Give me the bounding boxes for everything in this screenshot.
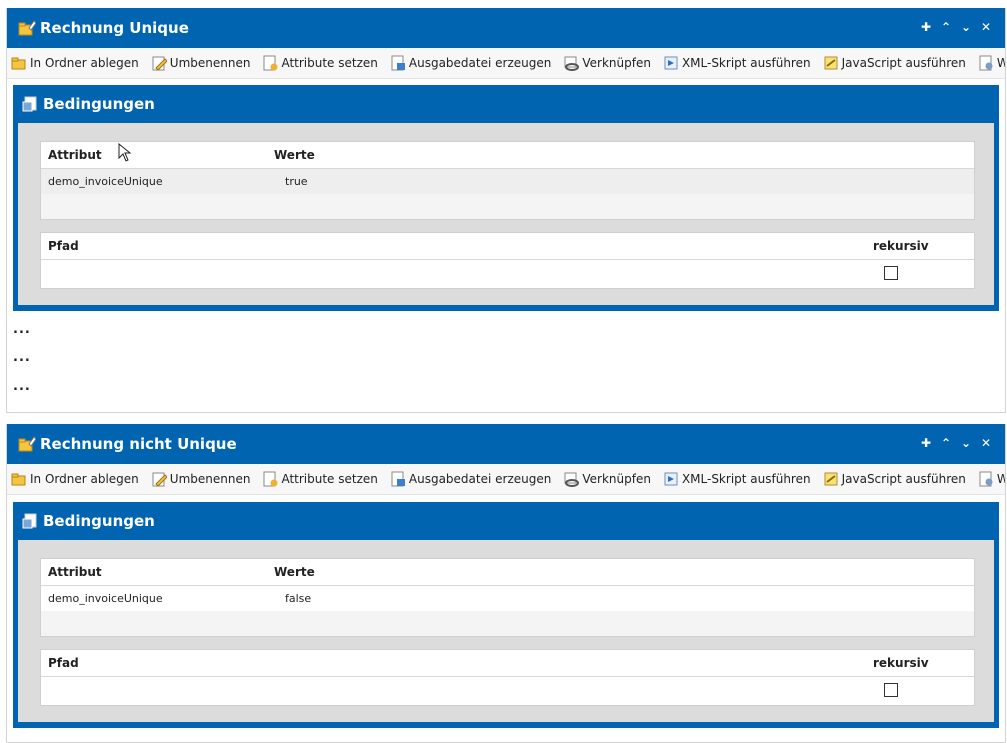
mouse-cursor-icon xyxy=(118,143,132,162)
set-attributes-button[interactable]: Attribute setzen xyxy=(262,471,378,487)
workflow-button[interactable]: Workflow xyxy=(978,55,1005,71)
value-cell: false xyxy=(285,592,312,605)
xml-script-icon xyxy=(663,55,679,71)
close-icon[interactable]: ✕ xyxy=(979,436,993,450)
xml-script-icon xyxy=(663,471,679,487)
panel-title: Rechnung nicht Unique xyxy=(40,435,237,453)
attribute-table-header: Attribut Werte xyxy=(41,142,974,169)
attribute-column-header: Attribut xyxy=(48,565,102,579)
table-row[interactable]: demo_invoiceUnique false xyxy=(41,586,974,611)
close-icon[interactable]: ✕ xyxy=(979,20,993,34)
path-table-header: Pfad rekursiv xyxy=(41,233,974,260)
folder-edit-icon xyxy=(18,435,37,453)
rule-panel-unique: Rechnung Unique ✚ ⌃ ⌄ ✕ In Ordner ablege… xyxy=(6,8,1006,413)
conditions-title: Bedingungen xyxy=(43,95,155,113)
workflow-icon xyxy=(978,471,994,487)
action-toolbar: In Ordner ablegen Umbenennen Attribute s… xyxy=(7,464,1005,495)
move-to-folder-button[interactable]: In Ordner ablegen xyxy=(11,471,139,487)
conditions-header: Bedingungen xyxy=(13,502,999,540)
document-export-icon xyxy=(390,55,406,71)
pencil-icon xyxy=(151,471,168,487)
document-tag-icon xyxy=(262,55,278,71)
workflow-button[interactable]: Workflow xyxy=(978,471,1005,487)
expand-all-icon[interactable]: ⌄ xyxy=(959,436,973,450)
path-table-header: Pfad rekursiv xyxy=(41,650,974,677)
link-button[interactable]: Verknüpfen xyxy=(563,471,651,487)
javascript-icon xyxy=(823,55,839,71)
run-xml-script-button[interactable]: XML-Skript ausführen xyxy=(663,55,811,71)
ellipsis-text: ... xyxy=(13,379,31,394)
conditions-body: Attribut Werte demo_invoiceUnique false … xyxy=(18,540,994,722)
attribute-table: Attribut Werte demo_invoiceUnique true xyxy=(40,141,975,220)
conditions-icon xyxy=(22,513,38,529)
table-row[interactable]: demo_invoiceUnique true xyxy=(41,169,974,194)
create-output-file-button[interactable]: Ausgabedatei erzeugen xyxy=(390,55,551,71)
attribute-cell: demo_invoiceUnique xyxy=(48,592,163,605)
panel-titlebar: Rechnung Unique ✚ ⌃ ⌄ ✕ xyxy=(7,8,1005,48)
path-column-header: Pfad xyxy=(48,239,79,253)
move-to-folder-button[interactable]: In Ordner ablegen xyxy=(11,55,139,71)
path-table: Pfad rekursiv xyxy=(40,232,975,289)
link-button[interactable]: Verknüpfen xyxy=(563,55,651,71)
path-column-header: Pfad xyxy=(48,656,79,670)
table-row-empty xyxy=(41,611,974,636)
panel-titlebar: Rechnung nicht Unique ✚ ⌃ ⌄ ✕ xyxy=(7,424,1005,464)
link-icon xyxy=(563,55,580,71)
action-toolbar: In Ordner ablegen Umbenennen Attribute s… xyxy=(7,48,1005,79)
collapse-all-icon[interactable]: ⌃ xyxy=(939,436,953,450)
document-tag-icon xyxy=(262,471,278,487)
pencil-icon xyxy=(151,55,168,71)
recursive-column-header: rekursiv xyxy=(873,239,929,253)
add-icon[interactable]: ✚ xyxy=(919,436,933,450)
set-attributes-button[interactable]: Attribute setzen xyxy=(262,55,378,71)
run-javascript-button[interactable]: JavaScript ausführen xyxy=(823,55,966,71)
path-row xyxy=(41,260,974,288)
folder-edit-icon xyxy=(18,19,37,37)
attribute-column-header: Attribut xyxy=(48,148,102,162)
path-row xyxy=(41,677,974,705)
attribute-table: Attribut Werte demo_invoiceUnique false xyxy=(40,558,975,637)
workflow-icon xyxy=(978,55,994,71)
link-icon xyxy=(563,471,580,487)
rename-button[interactable]: Umbenennen xyxy=(151,471,250,487)
folder-icon xyxy=(11,55,27,71)
ellipsis-text: ... xyxy=(13,322,31,337)
recursive-checkbox[interactable] xyxy=(884,683,898,697)
run-javascript-button[interactable]: JavaScript ausführen xyxy=(823,471,966,487)
values-column-header: Werte xyxy=(274,148,315,162)
path-table: Pfad rekursiv xyxy=(40,649,975,706)
panel-title: Rechnung Unique xyxy=(40,19,189,37)
rename-button[interactable]: Umbenennen xyxy=(151,55,250,71)
conditions-body: Attribut Werte demo_invoiceUnique true P… xyxy=(18,123,994,305)
conditions-icon xyxy=(22,96,38,112)
run-xml-script-button[interactable]: XML-Skript ausführen xyxy=(663,471,811,487)
conditions-section: Bedingungen Attribut Werte demo_invoiceU… xyxy=(13,502,999,728)
rule-panel-not-unique: Rechnung nicht Unique ✚ ⌃ ⌄ ✕ In Ordner … xyxy=(6,424,1006,743)
add-icon[interactable]: ✚ xyxy=(919,20,933,34)
conditions-section: Bedingungen Attribut Werte demo_invoiceU… xyxy=(13,85,999,311)
recursive-column-header: rekursiv xyxy=(873,656,929,670)
expand-all-icon[interactable]: ⌄ xyxy=(959,20,973,34)
document-export-icon xyxy=(390,471,406,487)
value-cell: true xyxy=(285,175,308,188)
conditions-header: Bedingungen xyxy=(13,85,999,123)
ellipsis-text: ... xyxy=(13,350,31,365)
recursive-checkbox[interactable] xyxy=(884,266,898,280)
create-output-file-button[interactable]: Ausgabedatei erzeugen xyxy=(390,471,551,487)
table-row-empty xyxy=(41,194,974,219)
attribute-table-header: Attribut Werte xyxy=(41,559,974,586)
folder-icon xyxy=(11,471,27,487)
javascript-icon xyxy=(823,471,839,487)
values-column-header: Werte xyxy=(274,565,315,579)
attribute-cell: demo_invoiceUnique xyxy=(48,175,163,188)
collapse-all-icon[interactable]: ⌃ xyxy=(939,20,953,34)
conditions-title: Bedingungen xyxy=(43,512,155,530)
